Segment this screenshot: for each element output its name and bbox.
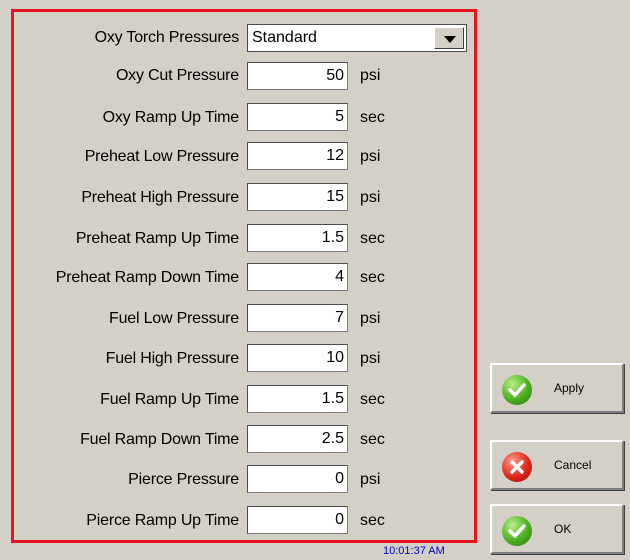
pierce-pressure-input[interactable]: 0 [247, 465, 348, 493]
field-label-preheat-low-pressure: Preheat Low Pressure [84, 148, 240, 165]
preheat-low-pressure-input[interactable]: 12 [247, 142, 348, 170]
oxy-cut-pressure-input[interactable]: 50 [247, 62, 348, 90]
unit-label: sec [360, 269, 385, 286]
dropdown-arrow-icon[interactable] [434, 27, 464, 49]
unit-label: psi [360, 350, 381, 367]
field-label-oxy-cut-pressure: Oxy Cut Pressure [115, 67, 239, 84]
fuel-ramp-down-time-input[interactable]: 2.5 [247, 425, 348, 453]
unit-label: psi [360, 189, 381, 206]
cancel-button[interactable]: Cancel [490, 440, 624, 490]
unit-label: psi [360, 310, 381, 327]
clock-display: 10:01:37 AM [383, 545, 445, 557]
field-label-preheat-high-pressure: Preheat High Pressure [81, 189, 239, 206]
field-label-oxy-ramp-up-time: Oxy Ramp Up Time [102, 109, 240, 126]
fuel-ramp-up-time-input[interactable]: 1.5 [247, 385, 348, 413]
preheat-ramp-up-time-input[interactable]: 1.5 [247, 224, 348, 252]
preheat-high-pressure-input[interactable]: 15 [247, 183, 348, 211]
torch-pressures-label: Oxy Torch Pressures [94, 29, 240, 46]
field-label-pierce-ramp-up-time: Pierce Ramp Up Time [86, 512, 239, 529]
field-label-preheat-ramp-down-time: Preheat Ramp Down Time [55, 269, 239, 286]
unit-label: sec [360, 391, 385, 408]
unit-label: psi [360, 67, 381, 84]
field-label-preheat-ramp-up-time: Preheat Ramp Up Time [75, 230, 239, 247]
check-icon [502, 516, 532, 546]
check-icon [502, 375, 532, 405]
unit-label: sec [360, 431, 385, 448]
preheat-ramp-down-time-input[interactable]: 4 [247, 263, 348, 291]
x-icon [502, 452, 532, 482]
unit-label: psi [360, 471, 381, 488]
fuel-high-pressure-input[interactable]: 10 [247, 344, 348, 372]
ok-button[interactable]: OK [490, 504, 624, 554]
field-label-fuel-ramp-up-time: Fuel Ramp Up Time [100, 391, 239, 408]
field-label-fuel-high-pressure: Fuel High Pressure [105, 350, 240, 367]
ok-button-label: OK [554, 522, 572, 536]
torch-pressures-value: Standard [252, 29, 317, 46]
apply-button[interactable]: Apply [490, 363, 624, 413]
fuel-low-pressure-input[interactable]: 7 [247, 304, 348, 332]
pierce-ramp-up-time-input[interactable]: 0 [247, 506, 348, 534]
unit-label: sec [360, 512, 385, 529]
unit-label: sec [360, 109, 385, 126]
field-label-fuel-low-pressure: Fuel Low Pressure [109, 310, 239, 327]
apply-button-label: Apply [554, 381, 585, 395]
unit-label: psi [360, 148, 381, 165]
unit-label: sec [360, 230, 385, 247]
oxy-ramp-up-time-input[interactable]: 5 [247, 103, 348, 131]
field-label-pierce-pressure: Pierce Pressure [128, 471, 239, 488]
torch-pressures-select[interactable]: Standard [247, 24, 467, 52]
field-label-fuel-ramp-down-time: Fuel Ramp Down Time [80, 431, 239, 448]
cancel-button-label: Cancel [554, 458, 592, 472]
